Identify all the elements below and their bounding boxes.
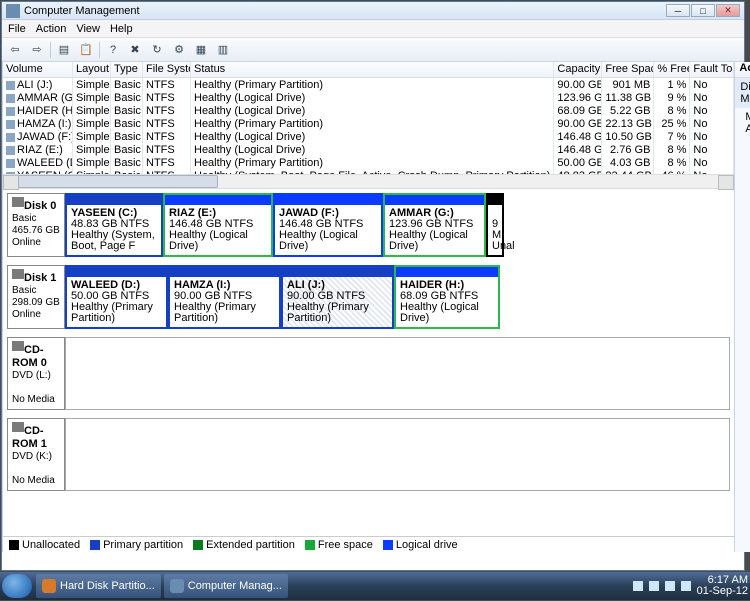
disk-row: Disk 0Basic465.76 GBOnlineYASEEN (C:)48.… [7, 193, 730, 257]
volume-row[interactable]: HAMZA (I:)SimpleBasicNTFSHealthy (Primar… [3, 117, 734, 130]
partition[interactable]: JAWAD (F:)146.48 GB NTFSHealthy (Logical… [273, 193, 383, 257]
partition[interactable]: YASEEN (C:)48.83 GB NTFSHealthy (System,… [65, 193, 163, 257]
compmgmt-icon [170, 579, 184, 593]
disk-graphic-view[interactable]: Disk 0Basic465.76 GBOnlineYASEEN (C:)48.… [3, 189, 734, 536]
close-button[interactable]: ✕ [716, 4, 740, 17]
actions-more[interactable]: More Actions▸ [735, 108, 750, 138]
disk-header[interactable]: Disk 1Basic298.09 GBOnline [7, 265, 65, 329]
disk-row: Disk 1Basic298.09 GBOnlineWALEED (D:)50.… [7, 265, 730, 329]
col-capacity[interactable]: Capacity [554, 62, 602, 77]
delete-icon[interactable]: ✖ [126, 41, 144, 59]
titlebar[interactable]: Computer Management ─ □ ✕ [2, 2, 744, 20]
menu-action[interactable]: Action [36, 23, 67, 35]
app-icon [6, 4, 20, 18]
minimize-button[interactable]: ─ [666, 4, 690, 17]
taskbar-item-firefox[interactable]: Hard Disk Partitio... [36, 574, 161, 598]
partition[interactable]: WALEED (D:)50.00 GB NTFSHealthy (Primary… [65, 265, 168, 329]
menu-view[interactable]: View [76, 23, 100, 35]
partition[interactable]: RIAZ (E:)146.48 GB NTFSHealthy (Logical … [163, 193, 273, 257]
menu-file[interactable]: File [8, 23, 26, 35]
partition[interactable]: HAMZA (I:)90.00 GB NTFSHealthy (Primary … [168, 265, 281, 329]
view-top-icon[interactable]: ▦ [192, 41, 210, 59]
col-faulttol[interactable]: Fault Tole [690, 62, 734, 77]
computer-management-window: Computer Management ─ □ ✕ File Action Vi… [1, 1, 745, 571]
system-tray[interactable]: 6:17 AM01-Sep-12 [633, 575, 748, 597]
volume-list-header[interactable]: Volume Layout Type File System Status Ca… [3, 62, 734, 78]
disk-header[interactable]: Disk 0Basic465.76 GBOnline [7, 193, 65, 257]
start-button[interactable] [2, 574, 32, 598]
center-pane: Volume Layout Type File System Status Ca… [3, 62, 734, 552]
clock-date[interactable]: 01-Sep-12 [697, 586, 748, 597]
col-filesystem[interactable]: File System [143, 62, 191, 77]
back-button[interactable]: ⇦ [6, 41, 24, 59]
disk-header[interactable]: CD-ROM 1DVD (K:)No Media [7, 418, 65, 491]
col-type[interactable]: Type [111, 62, 143, 77]
col-pctfree[interactable]: % Free [654, 62, 690, 77]
settings-icon[interactable]: ⚙ [170, 41, 188, 59]
toolbar: ⇦ ⇨ ▤ 📋 ? ✖ ↻ ⚙ ▦ ▥ [2, 38, 744, 62]
view-bottom-icon[interactable]: ▥ [214, 41, 232, 59]
actions-section[interactable]: Disk Management▴ [735, 78, 750, 108]
menubar: File Action View Help [2, 20, 744, 38]
forward-button[interactable]: ⇨ [28, 41, 46, 59]
legend-item: Unallocated [9, 539, 80, 551]
refresh-button[interactable]: ↻ [148, 41, 166, 59]
partition[interactable]: HAIDER (H:)68.09 GB NTFSHealthy (Logical… [394, 265, 500, 329]
menu-help[interactable]: Help [110, 23, 133, 35]
window-title: Computer Management [24, 5, 140, 17]
network-icon[interactable] [665, 581, 675, 591]
taskbar[interactable]: Hard Disk Partitio... Computer Manag... … [0, 572, 750, 600]
maximize-button[interactable]: □ [691, 4, 715, 17]
taskbar-item-compmgmt[interactable]: Computer Manag... [164, 574, 288, 598]
volume-row[interactable]: AMMAR (G:)SimpleBasicNTFSHealthy (Logica… [3, 91, 734, 104]
actions-pane: Actions Disk Management▴ More Actions▸ [734, 62, 750, 552]
volume-row[interactable]: ALI (J:)SimpleBasicNTFSHealthy (Primary … [3, 78, 734, 91]
volume-row[interactable]: HAIDER (H:)SimpleBasicNTFSHealthy (Logic… [3, 104, 734, 117]
disk-row: CD-ROM 0DVD (L:)No Media [7, 337, 730, 410]
volume-row[interactable]: RIAZ (E:)SimpleBasicNTFSHealthy (Logical… [3, 143, 734, 156]
legend: Unallocated Primary partition Extended par… [3, 536, 734, 552]
volume-icon[interactable] [681, 581, 691, 591]
show-hide-tree-button[interactable]: ▤ [55, 41, 73, 59]
volume-list[interactable]: ALI (J:)SimpleBasicNTFSHealthy (Primary … [3, 78, 734, 174]
volume-row[interactable]: WALEED (D:)SimpleBasicNTFSHealthy (Prima… [3, 156, 734, 169]
col-freespace[interactable]: Free Space [602, 62, 654, 77]
disk-header[interactable]: CD-ROM 0DVD (L:)No Media [7, 337, 65, 410]
volume-row[interactable]: JAWAD (F:)SimpleBasicNTFSHealthy (Logica… [3, 130, 734, 143]
legend-item: Logical drive [383, 539, 458, 551]
tray-icon[interactable] [649, 581, 659, 591]
partition[interactable]: 9 MIUnal [486, 193, 504, 257]
col-layout[interactable]: Layout [73, 62, 111, 77]
properties-button[interactable]: 📋 [77, 41, 95, 59]
legend-item: Free space [305, 539, 373, 551]
disk-row: CD-ROM 1DVD (K:)No Media [7, 418, 730, 491]
firefox-icon [42, 579, 56, 593]
horizontal-scrollbar[interactable] [3, 174, 734, 189]
col-status[interactable]: Status [191, 62, 554, 77]
partition[interactable]: ALI (J:)90.00 GB NTFSHealthy (Primary Pa… [281, 265, 394, 329]
legend-item: Extended partition [193, 539, 295, 551]
col-volume[interactable]: Volume [3, 62, 73, 77]
tray-icon[interactable] [633, 581, 643, 591]
actions-header: Actions [735, 62, 750, 78]
partition[interactable]: AMMAR (G:)123.96 GB NTFSHealthy (Logical… [383, 193, 486, 257]
help-button[interactable]: ? [104, 41, 122, 59]
legend-item: Primary partition [90, 539, 183, 551]
